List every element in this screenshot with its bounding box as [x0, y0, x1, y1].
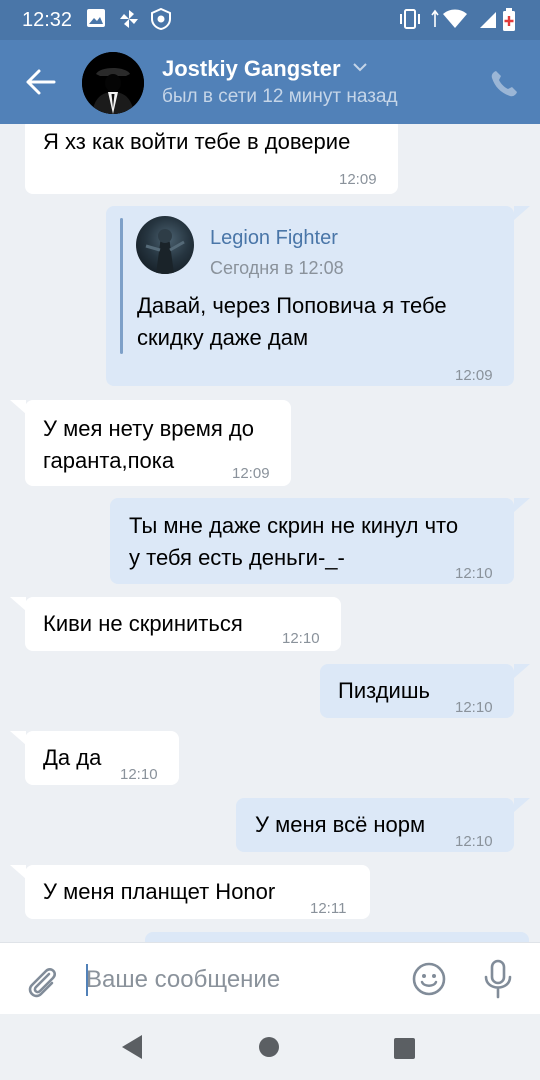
- forwarded-date: Сегодня в 12:08: [210, 258, 344, 278]
- battery-icon: [503, 8, 515, 31]
- message-text: Да да: [43, 745, 102, 770]
- message-list[interactable]: Я хз как войти тебе в доверие 12:09 Legi…: [0, 124, 540, 942]
- nav-recents-icon[interactable]: [394, 1038, 415, 1059]
- vibrate-icon: [400, 9, 420, 29]
- wifi-icon: [443, 9, 467, 28]
- message-time: 12:10: [455, 699, 493, 716]
- bubble-tail: [514, 206, 530, 220]
- message-outgoing[interactable]: Ты мне даже скрин не кинул что у тебя ес…: [110, 498, 514, 584]
- message-incoming[interactable]: Я хз как войти тебе в доверие 12:09: [25, 124, 398, 194]
- forwarded-text: Давай, через Поповича я тебе скидку даже…: [137, 293, 447, 350]
- message-text: У меня планщет Honor: [43, 879, 276, 904]
- paperclip-icon[interactable]: [22, 961, 62, 1001]
- nav-home-icon[interactable]: [259, 1037, 279, 1057]
- message-time: 12:10: [455, 565, 493, 582]
- bubble-tail: [10, 400, 26, 414]
- nav-back-icon[interactable]: [120, 1034, 144, 1060]
- image-icon: [87, 9, 105, 27]
- forward-quote-bar: [120, 218, 123, 354]
- bubble-tail: [514, 498, 530, 512]
- bubble-tail: [514, 798, 530, 812]
- message-incoming[interactable]: У меня планщет Honor 12:11: [25, 865, 370, 919]
- forwarded-author-name[interactable]: Legion Fighter: [210, 222, 338, 254]
- chevron-down-icon[interactable]: [352, 62, 368, 72]
- system-navigation-bar: [0, 1014, 540, 1080]
- message-text: У мея нету время до гаранта,пока: [43, 416, 254, 473]
- emoji-icon[interactable]: [411, 961, 447, 997]
- contact-avatar[interactable]: [82, 52, 144, 114]
- message-time: 12:09: [455, 367, 493, 384]
- back-arrow-icon[interactable]: [22, 64, 62, 100]
- message-outgoing[interactable]: Пиздишь 12:10: [320, 664, 514, 718]
- cell-signal-icon: [480, 12, 496, 28]
- forwarded-author-avatar[interactable]: [136, 216, 194, 274]
- message-text: Я хз как войти тебе в доверие: [43, 129, 351, 154]
- message-time: 12:09: [339, 171, 377, 188]
- chat-header: Jostkiy Gangster был в сети 12 минут наз…: [0, 40, 540, 124]
- message-text: У меня всё норм: [255, 812, 426, 837]
- message-time: 12:10: [282, 630, 320, 647]
- bubble-tail: [10, 597, 26, 611]
- bubble-tail: [10, 731, 26, 745]
- message-time: 12:09: [232, 465, 270, 482]
- message-time: 12:11: [310, 900, 347, 917]
- message-time: 12:10: [455, 833, 493, 850]
- message-input[interactable]: [84, 957, 388, 1003]
- contact-name[interactable]: Jostkiy Gangster: [162, 56, 341, 82]
- status-time: 12:32: [22, 9, 73, 31]
- microphone-icon[interactable]: [482, 959, 514, 999]
- message-text: Киви не скриниться: [43, 611, 243, 636]
- bubble-tail: [514, 664, 530, 678]
- contact-last-seen: был в сети 12 минут назад: [162, 86, 398, 107]
- pinwheel-icon: [120, 10, 138, 28]
- message-text: Пиздишь: [338, 678, 430, 703]
- phone-icon[interactable]: [488, 68, 520, 100]
- message-incoming[interactable]: У мея нету время до гаранта,пока 12:09: [25, 400, 291, 486]
- signal-icon: [431, 9, 439, 27]
- message-text: Ты мне даже скрин не кинул что у тебя ес…: [129, 513, 459, 570]
- message-time: 12:10: [120, 766, 158, 783]
- message-outgoing-partial[interactable]: [145, 932, 529, 942]
- composer: [0, 942, 540, 1015]
- message-outgoing-forwarded[interactable]: Legion Fighter Сегодня в 12:08 Давай, че…: [106, 206, 514, 386]
- bubble-tail: [10, 865, 26, 879]
- message-incoming[interactable]: Да да 12:10: [25, 731, 179, 785]
- shield-icon: [151, 8, 171, 30]
- message-incoming[interactable]: Киви не скриниться 12:10: [25, 597, 341, 651]
- message-outgoing[interactable]: У меня всё норм 12:10: [236, 798, 514, 852]
- status-bar: 12:32: [0, 0, 540, 40]
